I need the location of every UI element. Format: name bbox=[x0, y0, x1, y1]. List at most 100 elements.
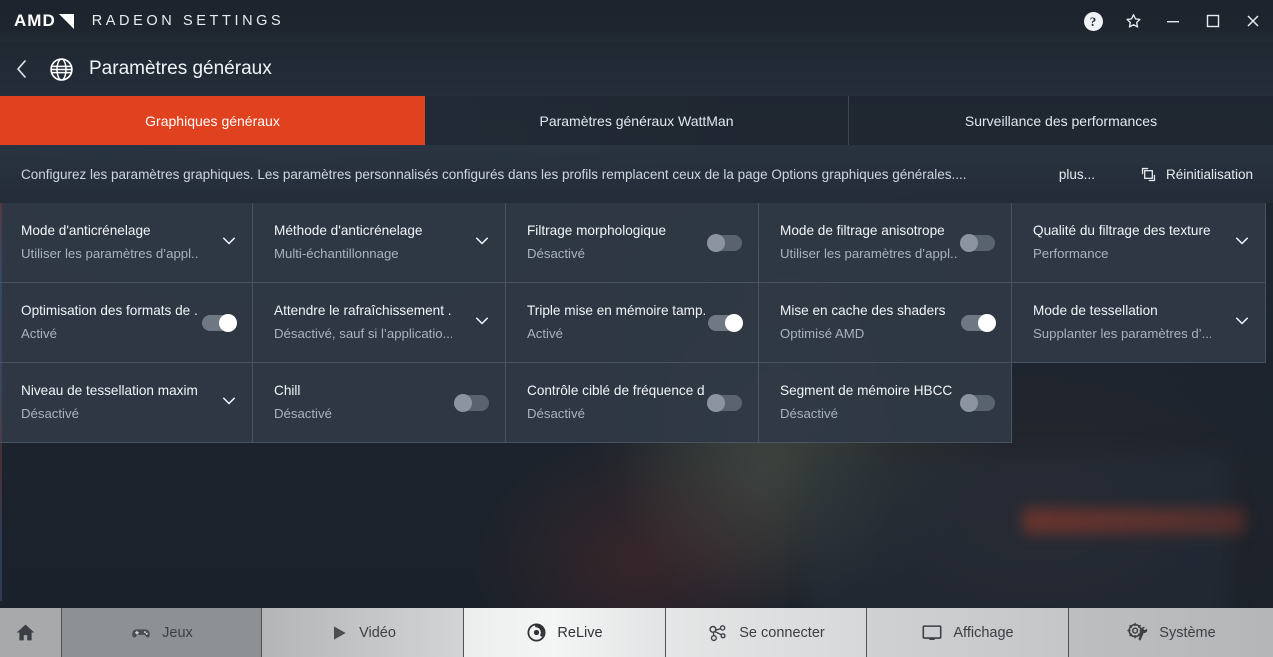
nav-item-affichage[interactable]: Affichage bbox=[867, 608, 1069, 657]
setting-value: Désactivé bbox=[527, 245, 585, 261]
setting-value: Utiliser les paramètres d’appl... bbox=[21, 245, 199, 261]
toggle-knob bbox=[978, 313, 996, 332]
window-controls: ? bbox=[1073, 0, 1273, 42]
setting-card-text: Triple mise en mémoire tamp... Activé bbox=[527, 302, 705, 342]
description-text: Configurez les paramètres graphiques. Le… bbox=[21, 166, 967, 182]
nav-item-relive[interactable]: ReLive bbox=[464, 608, 666, 657]
setting-title: Mode d'anticrénelage bbox=[21, 223, 151, 239]
setting-card[interactable]: Filtrage morphologique Désactivé bbox=[506, 203, 759, 283]
setting-card[interactable]: Chill Désactivé bbox=[253, 363, 506, 443]
setting-value: Désactivé bbox=[274, 405, 332, 421]
setting-card[interactable]: Mode de tessellation Supplanter les param… bbox=[1012, 283, 1266, 363]
setting-toggle[interactable] bbox=[454, 393, 489, 412]
setting-card[interactable]: Mise en cache des shaders Optimisé AMD bbox=[759, 283, 1012, 363]
nav-item-video[interactable]: Vidéo bbox=[262, 608, 464, 657]
gamepad-icon bbox=[130, 622, 152, 644]
setting-value: Optimisé AMD bbox=[780, 325, 865, 341]
reset-label: Réinitialisation bbox=[1165, 166, 1253, 182]
toggle-knob bbox=[219, 313, 237, 332]
favorite-button[interactable] bbox=[1113, 0, 1153, 42]
nav-item-se-connecter[interactable]: Se connecter bbox=[666, 608, 867, 657]
more-link[interactable]: plus... bbox=[1059, 167, 1095, 182]
setting-toggle[interactable] bbox=[960, 393, 995, 412]
setting-card[interactable]: Attendre le rafraîchissement ... Désactiv… bbox=[253, 283, 506, 363]
close-icon bbox=[1247, 15, 1259, 27]
home-icon bbox=[15, 622, 36, 643]
setting-value: Désactivé bbox=[780, 405, 838, 421]
chevron-down-icon[interactable] bbox=[473, 231, 491, 254]
setting-toggle[interactable] bbox=[708, 313, 743, 332]
setting-title: Niveau de tessellation maxim... bbox=[21, 383, 199, 399]
setting-title: Qualité du filtrage des textures bbox=[1033, 223, 1211, 239]
chevron-down-icon[interactable] bbox=[1233, 231, 1251, 254]
setting-card-text: Mise en cache des shaders Optimisé AMD bbox=[780, 302, 958, 342]
maximize-button[interactable] bbox=[1193, 0, 1233, 42]
nav-label-relive: ReLive bbox=[557, 624, 603, 641]
nav-label-affichage: Affichage bbox=[953, 624, 1014, 641]
nav-item-home[interactable] bbox=[0, 608, 62, 657]
amd-logo: AMD bbox=[14, 11, 74, 31]
setting-toggle[interactable] bbox=[707, 233, 742, 252]
nav-item-jeux[interactable]: Jeux bbox=[62, 608, 262, 657]
setting-title: Mode de tessellation bbox=[1033, 303, 1158, 319]
setting-value: Performance bbox=[1033, 245, 1109, 261]
toggle-knob bbox=[960, 393, 978, 412]
setting-toggle[interactable] bbox=[202, 313, 237, 332]
setting-card-text: Mode d'anticrénelage Utiliser les paramèt… bbox=[21, 222, 199, 262]
nav-item-systeme[interactable]: Système bbox=[1069, 608, 1273, 657]
tab-graphiques-generaux[interactable]: Graphiques généraux bbox=[0, 96, 425, 145]
maximize-icon bbox=[1206, 14, 1220, 28]
setting-card[interactable]: Contrôle ciblé de fréquence d... Désactiv… bbox=[506, 363, 759, 443]
help-button[interactable]: ? bbox=[1073, 0, 1113, 42]
tab-surveillance-performances[interactable]: Surveillance des performances bbox=[849, 96, 1273, 145]
close-button[interactable] bbox=[1233, 0, 1273, 42]
toggle-knob bbox=[725, 313, 743, 332]
minimize-icon bbox=[1167, 21, 1179, 23]
setting-card-text: Attendre le rafraîchissement ... Désactiv… bbox=[274, 302, 452, 342]
setting-toggle[interactable] bbox=[707, 393, 742, 412]
globe-icon bbox=[48, 56, 74, 82]
setting-card[interactable]: Mode d'anticrénelage Utiliser les paramèt… bbox=[0, 203, 253, 283]
setting-title: Méthode d'anticrénelage bbox=[274, 223, 423, 239]
setting-value: Multi-échantillonnage bbox=[274, 245, 399, 261]
nav-label-jeux: Jeux bbox=[162, 624, 193, 641]
star-icon bbox=[1125, 13, 1141, 28]
setting-card-text: Segment de mémoire HBCC Désactivé bbox=[780, 382, 958, 422]
toggle-knob bbox=[707, 393, 725, 412]
setting-value: Désactivé, sauf si l’applicatio... bbox=[274, 325, 452, 341]
tab-label: Graphiques généraux bbox=[145, 112, 280, 129]
page-header: Paramètres généraux bbox=[0, 42, 1273, 96]
back-button[interactable] bbox=[0, 42, 44, 96]
chevron-down-icon[interactable] bbox=[473, 311, 491, 334]
setting-card-text: Qualité du filtrage des textures Performa… bbox=[1033, 222, 1211, 262]
setting-card[interactable]: Méthode d'anticrénelage Multi-échantillon… bbox=[253, 203, 506, 283]
title-bar: AMD RADEON SETTINGS ? bbox=[0, 0, 1273, 42]
tab-wattman[interactable]: Paramètres généraux WattMan bbox=[425, 96, 849, 145]
setting-card[interactable]: Qualité du filtrage des textures Performa… bbox=[1012, 203, 1266, 283]
chevron-down-icon[interactable] bbox=[220, 231, 238, 254]
setting-title: Contrôle ciblé de fréquence d... bbox=[527, 383, 705, 399]
minimize-button[interactable] bbox=[1153, 0, 1193, 42]
setting-card-text: Niveau de tessellation maxim... Désactivé bbox=[21, 382, 199, 422]
chevron-down-icon[interactable] bbox=[220, 391, 238, 414]
nav-label-video: Vidéo bbox=[359, 624, 396, 641]
app-title: RADEON SETTINGS bbox=[91, 13, 285, 29]
bottom-nav: Jeux Vidéo ReLive Se connecter Affichage… bbox=[0, 608, 1273, 657]
setting-card[interactable]: Optimisation des formats de ... Activé bbox=[0, 283, 253, 363]
page-title: Paramètres généraux bbox=[89, 58, 272, 79]
nav-label-se-connecter: Se connecter bbox=[739, 624, 825, 641]
setting-card[interactable]: Segment de mémoire HBCC Désactivé bbox=[759, 363, 1012, 443]
reset-button[interactable]: Réinitialisation bbox=[1140, 166, 1253, 183]
setting-title: Mise en cache des shaders bbox=[780, 303, 946, 319]
setting-card[interactable]: Mode de filtrage anisotrope Utiliser les … bbox=[759, 203, 1012, 283]
chevron-down-icon[interactable] bbox=[1233, 311, 1251, 334]
setting-card[interactable]: Triple mise en mémoire tamp... Activé bbox=[506, 283, 759, 363]
chevron-left-icon bbox=[17, 60, 26, 78]
network-icon bbox=[707, 622, 729, 644]
setting-card[interactable]: Niveau de tessellation maxim... Désactivé bbox=[0, 363, 253, 443]
setting-card-text: Filtrage morphologique Désactivé bbox=[527, 222, 705, 262]
setting-toggle[interactable] bbox=[961, 313, 996, 332]
setting-value: Utiliser les paramètres d’appl... bbox=[780, 245, 958, 261]
amd-wordmark: AMD bbox=[14, 11, 56, 30]
setting-toggle[interactable] bbox=[960, 233, 995, 252]
